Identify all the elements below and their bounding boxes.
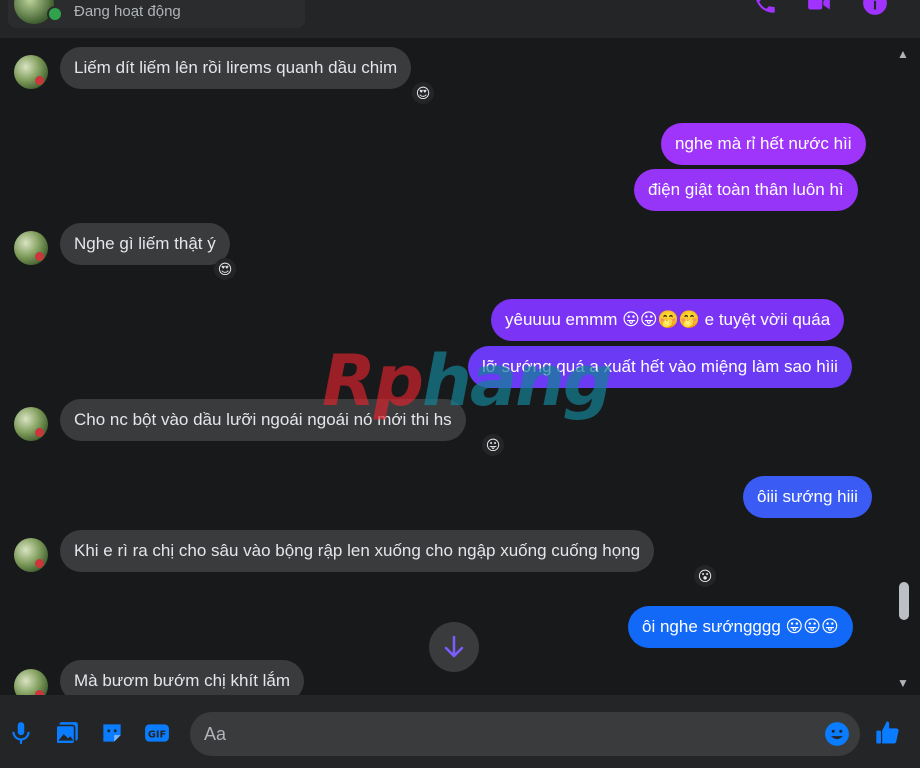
like-icon[interactable]: [874, 719, 902, 747]
message-input-placeholder: Aa: [204, 724, 227, 744]
message-incoming[interactable]: Nghe gì liếm thật ý: [60, 223, 230, 265]
video-call-icon[interactable]: [806, 0, 832, 16]
message-reaction[interactable]: 😮: [694, 565, 716, 587]
scroll-to-bottom-button[interactable]: [429, 622, 479, 672]
gif-icon[interactable]: GIF: [144, 720, 170, 746]
message-outgoing[interactable]: ôiii sướng hiii: [743, 476, 872, 518]
contact-avatar-small: [14, 669, 48, 695]
online-indicator: [47, 6, 63, 22]
scroll-up-arrow-icon[interactable]: ▲: [897, 47, 909, 61]
message-outgoing[interactable]: yêuuuu emmm 😛😛🤭🤭 e tuyệt vờii quáa: [491, 299, 845, 341]
message-outgoing[interactable]: điện giật toàn thân luôn hì: [634, 169, 858, 211]
message-incoming[interactable]: Khi e rì ra chị cho sâu vào bộng rập len…: [60, 530, 655, 572]
message-outgoing[interactable]: ôi nghe sướngggg 😛😛😛: [628, 606, 853, 648]
contact-avatar-small: [14, 407, 48, 441]
contact-avatar-small: [14, 538, 48, 572]
emoji-icon[interactable]: [824, 721, 850, 747]
phone-icon[interactable]: [752, 0, 778, 16]
message-reaction[interactable]: 😛: [482, 434, 504, 456]
image-icon[interactable]: [54, 720, 80, 746]
contact-avatar-small: [14, 55, 48, 89]
sticker-icon[interactable]: [99, 720, 125, 746]
scrollbar-thumb[interactable]: [899, 582, 909, 620]
svg-text:GIF: GIF: [148, 729, 166, 740]
contact-avatar-small: [14, 231, 48, 265]
active-status: Đang hoạt động: [74, 3, 181, 20]
message-reaction[interactable]: 😍: [214, 258, 236, 280]
message-outgoing[interactable]: nghe mà rỉ hết nước hìi: [661, 123, 866, 165]
message-reaction[interactable]: 😍: [412, 82, 434, 104]
message-input[interactable]: [190, 712, 860, 756]
message-incoming[interactable]: Mà bươm bướm chị khít lắm: [60, 660, 305, 695]
info-icon[interactable]: [862, 0, 888, 16]
arrow-down-icon: [444, 635, 464, 658]
message-incoming[interactable]: Liếm dít liếm lên rồi lirems quanh dầu c…: [60, 47, 412, 89]
scroll-down-arrow-icon[interactable]: ▼: [897, 676, 909, 690]
watermark-logo: Rphang: [322, 340, 613, 422]
microphone-icon[interactable]: [8, 720, 34, 746]
